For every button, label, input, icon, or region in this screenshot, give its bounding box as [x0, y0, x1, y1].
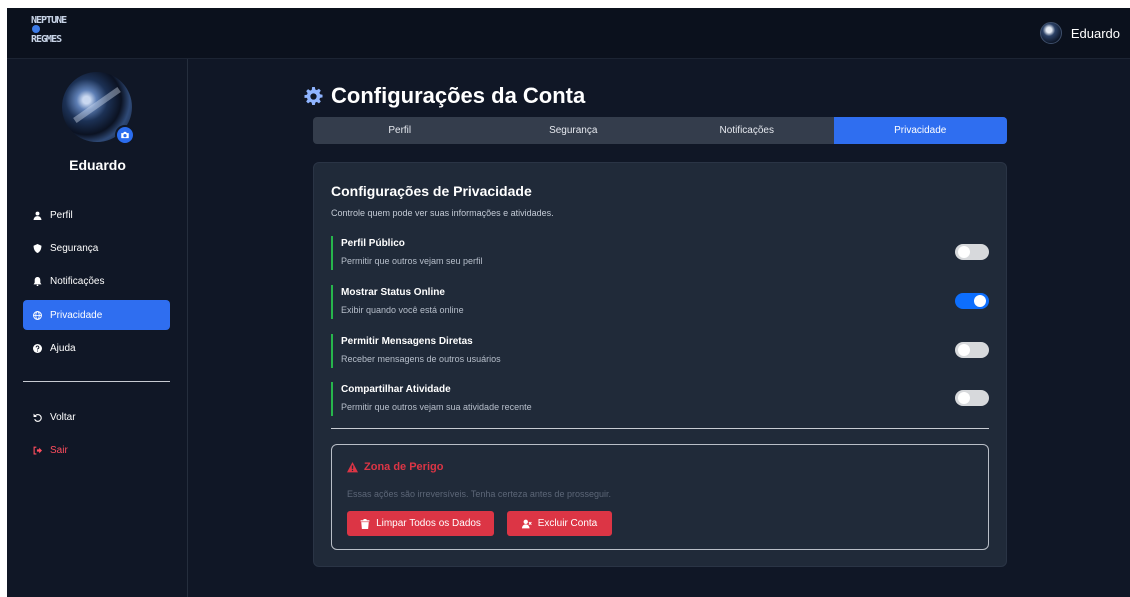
danger-zone-title: Zona de Perigo — [347, 461, 443, 473]
logo-dot — [32, 25, 40, 33]
page-title-text: Configurações da Conta — [331, 83, 586, 108]
setting-description: Permitir que outros vejam sua atividade … — [341, 402, 532, 412]
logo-line-2: REGMES — [31, 34, 62, 45]
tab-seguranca[interactable]: Segurança — [487, 117, 661, 144]
sidebar-user-name: Eduardo — [69, 157, 126, 173]
profile-avatar-container — [62, 72, 135, 145]
bell-icon — [33, 276, 42, 286]
toggle-knob — [958, 246, 970, 258]
sidebar-item-label: Privacidade — [50, 309, 103, 321]
tab-perfil[interactable]: Perfil — [313, 117, 487, 144]
toggle-knob — [958, 344, 970, 356]
logout-link[interactable]: Sair — [23, 435, 170, 465]
navbar-user-name: Eduardo — [1070, 25, 1120, 41]
sidebar-item-seguranca[interactable]: Segurança — [23, 233, 170, 263]
setting-status-online: Mostrar Status Online Exibir quando você… — [331, 285, 989, 319]
back-link[interactable]: Voltar — [23, 402, 170, 432]
user-icon — [33, 211, 42, 220]
sidebar-divider — [23, 381, 170, 382]
setting-compartilhar-atividade: Compartilhar Atividade Permitir que outr… — [331, 382, 989, 416]
camera-icon — [121, 131, 129, 139]
setting-description: Permitir que outros vejam seu perfil — [341, 256, 483, 266]
clear-data-button[interactable]: Limpar Todos os Dados — [347, 511, 494, 536]
sidebar-item-notificacoes[interactable]: Notificações — [23, 266, 170, 296]
sidebar-item-perfil[interactable]: Perfil — [23, 200, 170, 230]
back-label: Voltar — [50, 411, 76, 423]
setting-mensagens-diretas: Permitir Mensagens Diretas Receber mensa… — [331, 334, 989, 368]
sidebar-item-label: Notificações — [50, 275, 105, 287]
setting-title: Perfil Público — [341, 238, 405, 249]
logout-label: Sair — [50, 444, 68, 456]
page-title: Configurações da Conta — [304, 83, 585, 109]
top-navbar: NEPTUNE REGMES Eduardo — [7, 8, 1130, 59]
panel-title: Configurações de Privacidade — [331, 183, 532, 199]
direct-messages-toggle[interactable] — [955, 342, 989, 358]
sidebar: Eduardo Perfil Segurança Notificações Pr… — [7, 59, 188, 597]
setting-description: Receber mensagens de outros usuários — [341, 354, 501, 364]
danger-zone: Zona de Perigo Essas ações são irreversí… — [331, 444, 989, 550]
user-menu[interactable]: Eduardo — [1039, 22, 1120, 44]
gear-icon — [304, 86, 323, 105]
share-activity-toggle[interactable] — [955, 390, 989, 406]
app-window: NEPTUNE REGMES Eduardo Eduardo Perfil Se… — [7, 8, 1130, 597]
sidebar-item-ajuda[interactable]: Ajuda — [23, 333, 170, 363]
warning-icon — [347, 461, 358, 472]
sidebar-item-label: Ajuda — [50, 342, 76, 354]
sign-out-icon — [33, 446, 42, 454]
change-photo-button[interactable] — [115, 125, 135, 145]
setting-description: Exibir quando você está online — [341, 305, 464, 315]
public-profile-toggle[interactable] — [955, 244, 989, 260]
setting-title: Permitir Mensagens Diretas — [341, 336, 473, 347]
navbar-avatar — [1039, 22, 1062, 44]
toggle-knob — [974, 295, 986, 307]
logo-line-1: NEPTUNE — [31, 15, 67, 26]
section-divider — [331, 428, 989, 429]
delete-account-button[interactable]: Excluir Conta — [507, 511, 612, 536]
user-delete-icon — [521, 519, 532, 528]
sidebar-item-label: Perfil — [50, 209, 73, 221]
app-logo[interactable]: NEPTUNE REGMES — [31, 16, 73, 50]
danger-zone-title-text: Zona de Perigo — [364, 461, 444, 473]
trash-icon — [360, 518, 370, 529]
setting-title: Compartilhar Atividade — [341, 384, 451, 395]
setting-title: Mostrar Status Online — [341, 287, 445, 298]
globe-icon — [33, 310, 42, 320]
setting-perfil-publico: Perfil Público Permitir que outros vejam… — [331, 236, 989, 270]
sidebar-item-privacidade[interactable]: Privacidade — [23, 300, 170, 330]
sidebar-item-label: Segurança — [50, 242, 99, 254]
undo-icon — [33, 413, 42, 422]
question-circle-icon — [33, 343, 42, 353]
clear-data-label: Limpar Todos os Dados — [376, 518, 481, 529]
panel-subtitle: Controle quem pode ver suas informações … — [331, 208, 554, 218]
privacy-panel: Configurações de Privacidade Controle qu… — [313, 162, 1007, 567]
toggle-knob — [958, 392, 970, 404]
shield-icon — [33, 243, 42, 253]
tab-privacidade[interactable]: Privacidade — [833, 117, 1007, 144]
tab-notificacoes[interactable]: Notificações — [660, 117, 834, 144]
online-status-toggle[interactable] — [955, 293, 989, 309]
settings-tabs: Perfil Segurança Notificações Privacidad… — [313, 117, 1007, 144]
delete-account-label: Excluir Conta — [537, 518, 598, 529]
main-content: Configurações da Conta Perfil Segurança … — [188, 59, 1130, 597]
danger-zone-description: Essas ações são irreversíveis. Tenha cer… — [347, 489, 611, 499]
